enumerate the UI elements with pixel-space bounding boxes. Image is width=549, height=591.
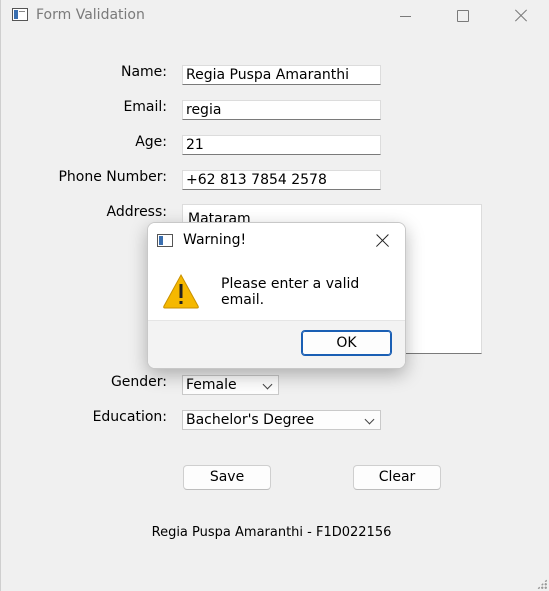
warning-icon [163, 273, 199, 309]
minimize-icon [399, 15, 411, 17]
app-icon [12, 8, 28, 21]
maximize-icon [457, 10, 469, 22]
dialog-footer: OK [148, 320, 405, 368]
education-select[interactable]: Bachelor's Degree [182, 410, 381, 430]
dialog-body: Please enter a valid email. [148, 259, 405, 320]
close-icon [514, 9, 528, 23]
gender-select-value: Female [186, 377, 237, 393]
footer-credit: Regia Puspa Amaranthi - F1D022156 [151, 525, 392, 540]
ok-button[interactable]: OK [301, 330, 392, 356]
save-button[interactable]: Save [183, 465, 271, 490]
education-label: Education: [92, 409, 167, 425]
window-title: Form Validation [36, 7, 145, 23]
app-icon [157, 234, 173, 247]
resize-grip[interactable] [537, 579, 547, 589]
phone-input[interactable]: +62 813 7854 2578 [182, 170, 381, 190]
close-icon[interactable] [374, 233, 390, 249]
gender-label: Gender: [110, 374, 167, 390]
age-input[interactable]: 21 [182, 135, 381, 155]
chevron-down-icon [364, 414, 375, 425]
gender-select[interactable]: Female [182, 375, 279, 395]
chevron-down-icon [262, 379, 273, 390]
education-select-value: Bachelor's Degree [186, 412, 315, 428]
phone-label: Phone Number: [58, 169, 167, 185]
name-label: Name: [120, 64, 167, 80]
email-input[interactable]: regia [182, 100, 381, 120]
maximize-button[interactable] [440, 0, 486, 32]
clear-button[interactable]: Clear [353, 465, 441, 490]
minimize-button[interactable] [382, 0, 428, 32]
dialog-title-bar: Warning! [148, 223, 405, 259]
dialog-title: Warning! [183, 232, 247, 248]
address-label: Address: [106, 204, 167, 220]
close-button[interactable] [498, 0, 544, 32]
email-label: Email: [123, 99, 167, 115]
dialog-message: Please enter a valid email. [221, 276, 360, 308]
title-bar: Form Validation [1, 0, 549, 32]
name-input[interactable]: Regia Puspa Amaranthi [182, 65, 381, 85]
warning-dialog: Warning! Please enter a valid email. OK [147, 222, 406, 369]
age-label: Age: [135, 134, 167, 150]
